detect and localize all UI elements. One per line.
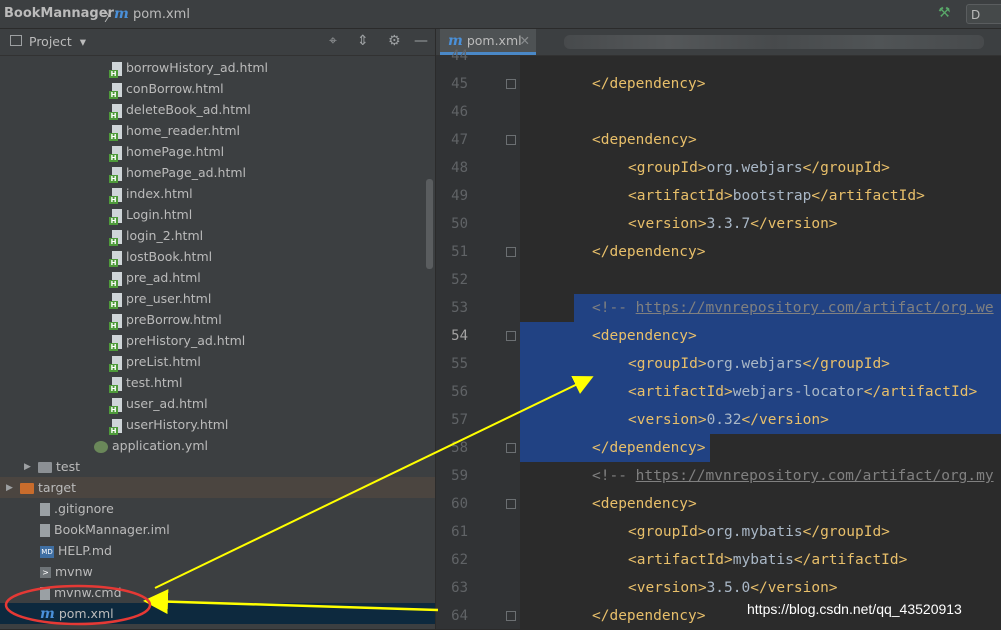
annotation-overlay <box>4 375 594 626</box>
annotation-arrow <box>143 589 439 615</box>
annotation-circle <box>4 584 152 626</box>
annotation-arrow <box>154 375 594 589</box>
